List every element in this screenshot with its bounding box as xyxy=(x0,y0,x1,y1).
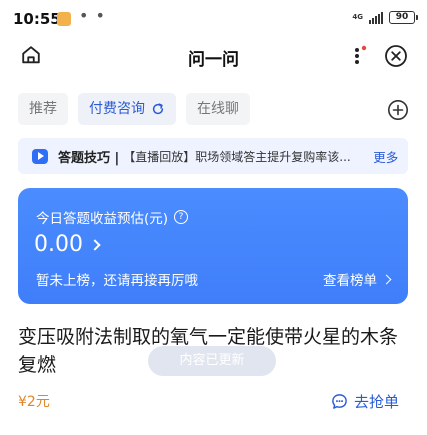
earnings-label: 今日答题收益预估(元) ? xyxy=(36,207,189,227)
video-play-icon xyxy=(32,148,48,164)
close-icon[interactable] xyxy=(384,44,408,68)
earnings-amount-value: 0.00 xyxy=(34,232,83,257)
ranking-status: 暂未上榜，还请再接再厉哦 xyxy=(36,273,198,289)
nav-header: 问一问 xyxy=(0,36,427,76)
tips-text: 【直播回放】职场领域答主提升复购率该... xyxy=(123,149,351,164)
tips-banner[interactable]: 答题技巧 | 【直播回放】职场领域答主提升复购率该... 更多 xyxy=(18,138,408,174)
status-indicators: 4G 90 xyxy=(352,11,418,24)
tab-label: 付费咨询 xyxy=(89,101,145,117)
tab-recommend[interactable]: 推荐 xyxy=(18,93,68,125)
status-time: 10:55 xyxy=(13,10,61,28)
tab-online-chat[interactable]: 在线聊 xyxy=(186,93,250,125)
add-icon[interactable] xyxy=(387,99,409,121)
tab-bar: 推荐 付费咨询 在线聊 xyxy=(18,93,250,125)
tips-more-link[interactable]: 更多 xyxy=(373,147,398,166)
tab-paid-consult[interactable]: 付费咨询 xyxy=(78,93,176,125)
status-bar: 10:55 • • 4G 90 xyxy=(0,0,427,36)
notification-app-icon xyxy=(57,12,71,26)
grab-order-button[interactable]: 去抢单 xyxy=(331,391,399,412)
chat-bubble-icon xyxy=(332,394,347,409)
chevron-right-icon xyxy=(89,238,101,251)
question-price: ¥2元 xyxy=(18,394,50,410)
view-ranking-link[interactable]: 查看榜单 xyxy=(323,269,392,289)
chevron-right-icon xyxy=(381,274,392,284)
notification-dots: • • xyxy=(79,6,106,25)
content-updated-toast: 内容已更新 xyxy=(148,346,276,376)
battery-icon: 90 xyxy=(389,11,418,24)
more-icon[interactable] xyxy=(348,44,370,68)
grab-order-label: 去抢单 xyxy=(354,393,400,411)
earnings-label-text: 今日答题收益预估(元) xyxy=(36,211,169,227)
help-icon[interactable]: ? xyxy=(174,210,189,224)
tips-title: 答题技巧 | xyxy=(58,150,120,166)
refresh-icon[interactable] xyxy=(151,102,165,116)
network-type-label: 4G xyxy=(352,13,363,21)
earnings-amount[interactable]: 0.00 xyxy=(34,232,101,257)
tab-label: 推荐 xyxy=(29,101,57,117)
signal-icon xyxy=(369,11,383,24)
tab-label: 在线聊 xyxy=(197,101,239,117)
view-ranking-label: 查看榜单 xyxy=(323,273,377,289)
earnings-card: 今日答题收益预估(元) ? 0.00 暂未上榜，还请再接再厉哦 查看榜单 xyxy=(18,188,408,304)
